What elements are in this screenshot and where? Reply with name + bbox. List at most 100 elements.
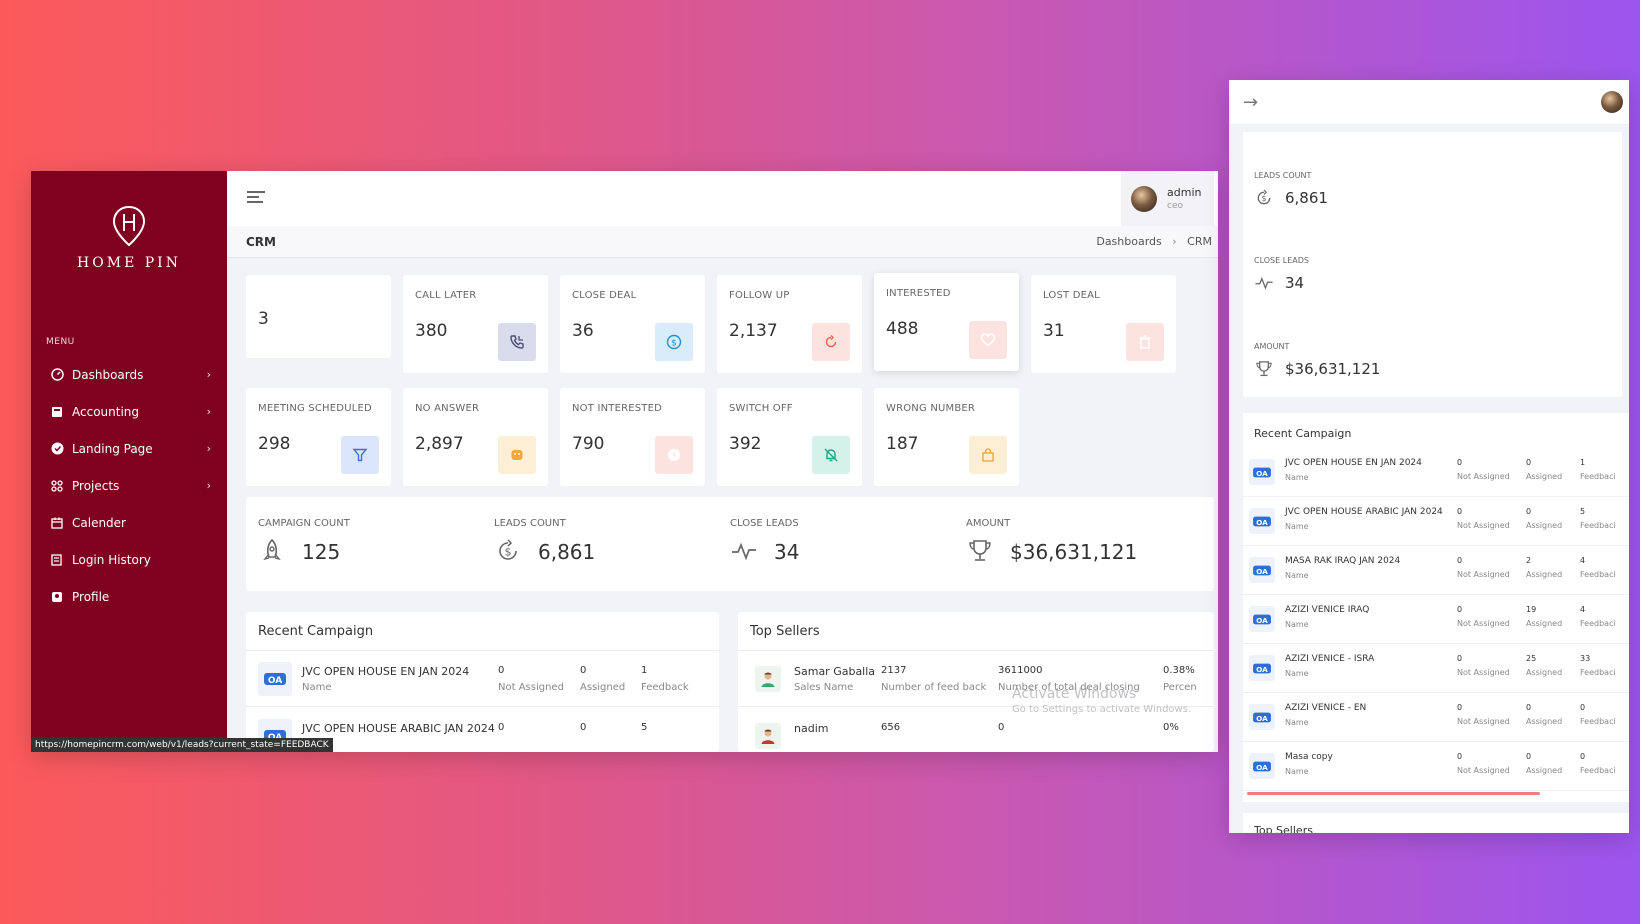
horizontal-scrollbar[interactable]	[1247, 792, 1540, 795]
stat-card-meeting-scheduled[interactable]: MEETING SCHEDULED 298	[246, 388, 391, 486]
top-bar: admin ceo	[227, 171, 1218, 226]
feedback-caption: Feedbaci	[1580, 570, 1616, 579]
menu-title: MENU	[46, 337, 75, 347]
sidebar-item-calender[interactable]: Calender	[31, 504, 227, 541]
feedback-caption: Feedbaci	[1580, 521, 1616, 530]
campaign-feedback[interactable]: 0 Feedbaci	[1580, 752, 1616, 775]
breadcrumb-link-dashboards[interactable]: Dashboards	[1096, 235, 1161, 248]
sidebar-item-landing-page[interactable]: Landing Page ›	[31, 430, 227, 467]
feedback-caption: Feedbaci	[1580, 619, 1616, 628]
sidebar-item-label: Dashboards	[72, 367, 144, 382]
campaign-feedback[interactable]: 4 Feedbaci	[1580, 556, 1616, 579]
stat-value: 31	[1043, 321, 1065, 341]
campaign-row[interactable]: OA AZIZI VENICE - EN Name 0 Not Assigned …	[1243, 693, 1629, 742]
stat-label: NOT INTERESTED	[572, 403, 663, 414]
not-assigned-value: 0	[1457, 752, 1463, 761]
clock-icon	[655, 436, 693, 474]
dollar-cycle-icon: $	[1257, 189, 1271, 205]
campaign-feedback[interactable]: 1 Feedbaci	[1580, 458, 1616, 481]
stat-card-call-later[interactable]: CALL LATER 380	[403, 275, 548, 373]
campaign-assigned: 0 Assigned	[1526, 703, 1562, 726]
not-assigned-caption: Not Assigned	[1457, 619, 1510, 628]
stat-value: 2,137	[729, 321, 778, 341]
not-assigned-caption: Not Assigned	[1457, 717, 1510, 726]
sidebar-item-login-history[interactable]: Login History	[31, 541, 227, 578]
user-menu[interactable]: admin ceo	[1121, 171, 1214, 226]
stat-card-close-deal[interactable]: CLOSE DEAL 36 $	[560, 275, 705, 373]
feedback-value: 4	[1580, 605, 1586, 614]
campaign-feedback[interactable]: 5	[641, 722, 647, 733]
summary-campaign-count[interactable]: CAMPAIGN COUNT 125	[246, 497, 482, 591]
summary-value: 125	[302, 540, 341, 564]
stat-card-no-answer[interactable]: NO ANSWER 2,897	[403, 388, 548, 486]
not-assigned-value: 0	[1457, 458, 1463, 467]
campaign-row[interactable]: OA JVC OPEN HOUSE ARABIC JAN 2024 Name 0…	[1243, 497, 1629, 546]
crm-mobile-window: → LEADS COUNT $ 6,861 CLOSE LEADS 34 AMO…	[1229, 80, 1629, 833]
assigned-caption: Assigned	[1526, 619, 1563, 628]
sidebar-item-projects[interactable]: Projects ›	[31, 467, 227, 504]
seller-row[interactable]: Samar Gaballa Sales Name 2137 Number of …	[738, 651, 1214, 707]
campaign-name: AZIZI VENICE IRAQ	[1285, 605, 1370, 615]
stat-label: MEETING SCHEDULED	[258, 403, 372, 414]
campaign-feedback[interactable]: 5 Feedbaci	[1580, 507, 1616, 530]
stat-card-wrong-number[interactable]: WRONG NUMBER 187	[874, 388, 1019, 486]
no-answer-icon	[498, 436, 536, 474]
campaign-feedback[interactable]: 1 Feedback	[641, 665, 689, 693]
crm-desktop-window: HOME PIN MENU Dashboards › Accounting ›	[31, 171, 1218, 752]
phone-call-icon	[498, 323, 536, 361]
svg-text:OA: OA	[1256, 664, 1268, 673]
campaign-assigned: 0 Assigned	[1526, 458, 1562, 481]
seller-closing: 0	[998, 722, 1004, 733]
stat-card-lost-deal[interactable]: LOST DEAL 31	[1031, 275, 1176, 373]
feedback-caption: Feedbaci	[1580, 668, 1616, 677]
campaign-feedback[interactable]: 33 Feedbaci	[1580, 654, 1616, 677]
campaign-row[interactable]: OA Masa copy Name 0 Not Assigned 0 Assigne…	[1243, 742, 1629, 791]
sidebar-item-dashboards[interactable]: Dashboards ›	[31, 356, 227, 393]
campaign-feedback[interactable]: 4 Feedbaci	[1580, 605, 1616, 628]
campaign-feedback[interactable]: 0 Feedbaci	[1580, 703, 1616, 726]
campaign-logo-icon: OA	[1249, 655, 1275, 681]
sidebar-item-accounting[interactable]: Accounting ›	[31, 393, 227, 430]
recent-campaign-panel: Recent Campaign OA JVC OPEN HOUSE EN JAN…	[246, 612, 719, 752]
campaign-row[interactable]: OA MASA RAK IRAQ JAN 2024 Name 0 Not Assi…	[1243, 546, 1629, 595]
menu-toggle-icon[interactable]	[247, 191, 265, 205]
campaign-row[interactable]: OA JVC OPEN HOUSE EN JAN 2024 Name 0 Not …	[1243, 448, 1629, 497]
campaign-row[interactable]: OA AZIZI VENICE - ISRA Name 0 Not Assigne…	[1243, 644, 1629, 693]
mobile-summary-close-leads[interactable]: CLOSE LEADS 34	[1254, 256, 1554, 293]
top-sellers-panel: Top Sellers Samar Gaballa Sales Name 213…	[738, 612, 1214, 752]
svg-text:$: $	[671, 339, 677, 349]
stat-card-not-interested[interactable]: NOT INTERESTED 790	[560, 388, 705, 486]
seller-row[interactable]: nadim 656 0 0%	[738, 708, 1214, 752]
campaign-not-assigned: 0 Not Assigned	[1457, 605, 1510, 628]
stat-card-switch-off[interactable]: SWITCH OFF 392	[717, 388, 862, 486]
stat-card-follow-up[interactable]: FOLLOW UP 2,137	[717, 275, 862, 373]
mobile-summary-leads-count[interactable]: LEADS COUNT $ 6,861	[1254, 171, 1554, 208]
sidebar-item-profile[interactable]: Profile	[31, 578, 227, 615]
campaign-not-assigned: 0 Not Assigned	[1457, 703, 1510, 726]
campaign-row[interactable]: OA AZIZI VENICE IRAQ Name 0 Not Assigned …	[1243, 595, 1629, 644]
brand-name: HOME PIN	[77, 255, 181, 271]
campaign-not-assigned: 0 Not Assigned	[1457, 458, 1510, 481]
sidebar: HOME PIN MENU Dashboards › Accounting ›	[31, 171, 227, 752]
campaign-row[interactable]: OA JVC OPEN HOUSE EN JAN 2024 Name 0 Not…	[246, 651, 719, 707]
summary-amount[interactable]: AMOUNT $36,631,121	[954, 497, 1214, 591]
assigned-caption: Assigned	[1526, 570, 1563, 579]
assigned-caption: Assigned	[1526, 521, 1563, 530]
svg-text:$: $	[505, 546, 512, 559]
stat-value: 488	[886, 319, 919, 339]
chevron-right-icon: ›	[1172, 235, 1177, 248]
campaign-logo-icon: OA	[1249, 753, 1275, 779]
campaign-not-assigned: 0 Not Assigned	[1457, 654, 1510, 677]
filter-icon	[341, 436, 379, 474]
stat-card-interested[interactable]: INTERESTED 488	[874, 273, 1019, 371]
arrow-right-icon[interactable]: →	[1243, 92, 1258, 113]
brand-logo[interactable]: HOME PIN	[31, 205, 227, 271]
dollar-cycle-icon: $	[499, 539, 517, 560]
summary-close-leads[interactable]: CLOSE LEADS 34	[718, 497, 954, 591]
mobile-summary-amount[interactable]: AMOUNT $36,631,121	[1254, 342, 1554, 379]
campaign-name: JVC OPEN HOUSE ARABIC JAN 2024	[302, 722, 495, 735]
stat-card-unlabeled[interactable]: 3	[246, 275, 391, 358]
summary-leads-count[interactable]: LEADS COUNT $ 6,861	[482, 497, 718, 591]
avatar[interactable]	[1601, 91, 1623, 113]
campaign-assigned: 2 Assigned	[1526, 556, 1562, 579]
